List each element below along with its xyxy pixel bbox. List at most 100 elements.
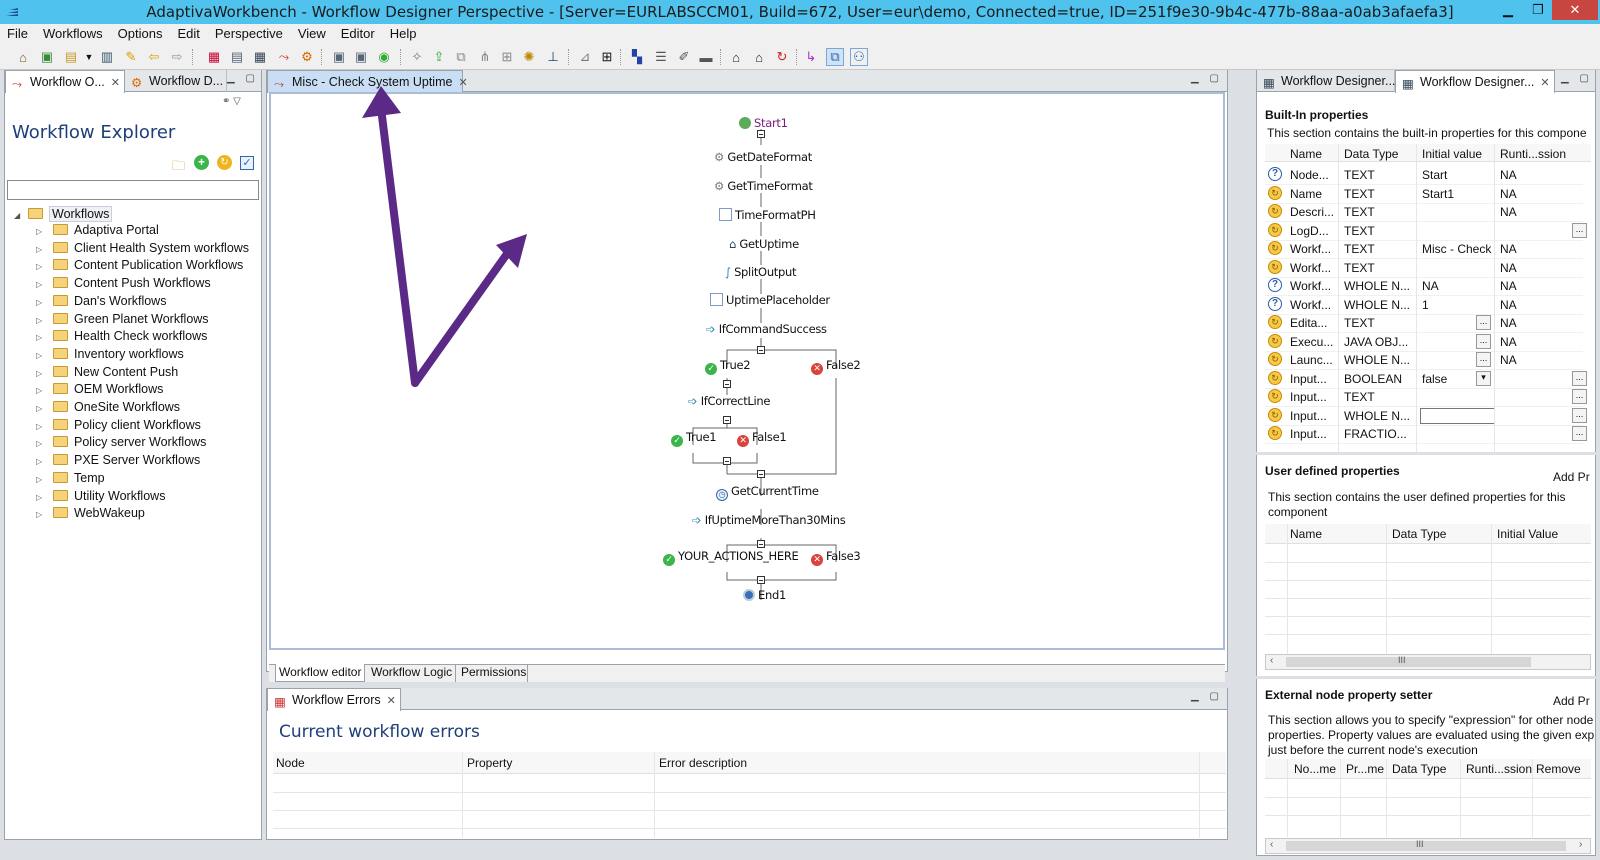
scroll-thumb[interactable]: III [1286,655,1531,667]
node-false1[interactable]: ✕ False1 [737,430,787,447]
property-row[interactable]: ↻ Edita... TEXT NA [1265,314,1583,333]
property-initial-value[interactable]: NA [1422,279,1494,293]
connector-handle[interactable] [757,576,765,584]
network-icon[interactable]: ◉ [375,48,393,66]
server-icon[interactable]: ▣ [330,48,348,66]
node-getuptime[interactable]: ⌂ GetUptime [729,237,799,251]
col-name[interactable]: Name [1290,147,1322,161]
connector-handle[interactable] [723,457,731,465]
property-initial-value[interactable]: 1 [1422,298,1494,312]
property-runtime-expression[interactable]: NA [1500,187,1540,201]
node-true1[interactable]: ✓ True1 [671,430,717,447]
up-icon[interactable]: ⇪ [430,48,448,66]
col-remove[interactable]: Remove [1536,762,1581,776]
select-icon[interactable]: ✧ [408,48,426,66]
node-your-actions-here[interactable]: ✓ YOUR_ACTIONS_HERE [663,549,799,566]
explorer-search-input[interactable] [7,180,259,200]
tree-folder[interactable]: ▷ New Content Push [36,365,178,382]
tree-folder[interactable]: ▷ Dan's Workflows [36,294,166,311]
property-row[interactable]: ↻ Name TEXT Start1 NA [1265,185,1583,204]
node-getdateformat[interactable]: ⚙ GetDateFormat [714,150,812,164]
tree-folder[interactable]: ▷ Health Check workflows [36,329,207,346]
pencil-icon[interactable]: ✎ [122,48,140,66]
connector-handle[interactable] [757,346,765,354]
expand-icon[interactable]: ▷ [36,316,46,325]
menu-view[interactable]: View [291,24,334,41]
edit-value-button[interactable]: ... [1476,333,1491,349]
expand-icon[interactable]: ▷ [36,298,46,307]
document-icon[interactable]: ▤ [228,48,246,66]
connector-handle[interactable] [757,130,765,138]
pen-icon[interactable]: ✐ [675,48,693,66]
expand-icon[interactable]: ▷ [36,457,46,466]
computer-icon[interactable]: ▣ [352,48,370,66]
back-icon[interactable]: ⇦ [145,48,163,66]
tab-workflow-designer-2[interactable]: ▦ Workflow Designer... ✕ [1395,70,1555,93]
connector-handle[interactable] [723,416,731,424]
home-icon[interactable]: ⌂ [14,48,32,66]
expand-icon[interactable]: ▷ [36,404,46,413]
house-alt-icon[interactable]: ⌂ [750,48,768,66]
tree-folder[interactable]: ▷ Policy client Workflows [36,418,201,435]
forward-icon[interactable]: ⇨ [168,48,186,66]
col-runtime-expression[interactable]: Runti...ssion [1500,147,1566,161]
calendar-icon[interactable]: ▦ [205,48,223,66]
close-tab-icon[interactable]: ✕ [1540,77,1549,89]
expand-icon[interactable]: ▷ [36,351,46,360]
workflow-icon[interactable]: ⤳ [275,48,293,66]
node-false2[interactable]: ✕ False2 [811,358,861,375]
property-runtime-expression[interactable]: NA [1500,335,1540,349]
node-ifcorrectline[interactable]: ➩ IfCorrectLine [688,394,770,408]
col-node[interactable]: Node [276,756,305,770]
connector-handle[interactable] [757,470,765,478]
expand-icon[interactable]: ▷ [36,333,46,342]
tree-folder[interactable]: ▷ PXE Server Workflows [36,453,200,470]
close-button[interactable]: ✕ [1552,0,1598,20]
form-icon[interactable]: ▦ [251,48,269,66]
branch-icon[interactable]: ⊞ [498,48,516,66]
expand-icon[interactable]: ▷ [36,510,46,519]
menu-perspective[interactable]: Perspective [208,24,291,41]
connector-handle[interactable] [723,380,731,388]
col-property-name[interactable]: Pr...me [1346,762,1384,776]
tree-folder[interactable]: ▷ WebWakeup [36,506,145,523]
tree-folder[interactable]: ▷ Client Health System workflows [36,241,249,258]
add-property-link[interactable]: Add Pr [1553,470,1590,484]
property-runtime-expression[interactable]: NA [1500,205,1540,219]
tree-folder[interactable]: ▷ OEM Workflows [36,382,163,399]
tab-workflow-logic[interactable]: Workflow Logic [368,664,457,682]
expand-icon[interactable]: ▷ [36,422,46,431]
property-row[interactable]: ↻ Descri... TEXT NA [1265,203,1583,222]
edit-value-button[interactable]: ... [1476,315,1491,330]
boolean-dropdown[interactable]: ▾ [1476,370,1491,386]
align-icon[interactable]: ⊥ [544,48,562,66]
node-splitoutput[interactable]: ∫ SplitOutput [725,265,797,279]
expand-icon[interactable]: ▷ [36,475,46,484]
node-end1[interactable]: End1 [743,588,786,602]
col-runtime-expression[interactable]: Runti...ssion [1466,762,1532,776]
col-data-type[interactable]: Data Type [1392,527,1446,541]
menu-options[interactable]: Options [111,24,171,41]
edit-expression-button[interactable]: ... [1572,389,1587,404]
expand-icon[interactable]: ▷ [36,439,46,448]
menu-workflows[interactable]: Workflows [36,24,111,41]
close-tab-icon[interactable]: ✕ [111,77,120,89]
tree-folder[interactable]: ▷ Content Publication Workflows [36,258,243,275]
userdef-horizontal-scrollbar[interactable]: ‹ III [1265,654,1591,670]
expand-icon[interactable]: ▷ [36,369,46,378]
node-timeformatph[interactable]: TimeFormatPH [719,208,816,222]
node-ifuptimemorethan30mins[interactable]: ➩ IfUptimeMoreThan30Mins [692,513,846,527]
node-start1[interactable]: Start1 [739,116,788,130]
connector-handle[interactable] [757,540,765,548]
property-row[interactable]: ↻ Workf... TEXT Misc - Check NA [1265,240,1583,259]
col-data-type[interactable]: Data Type [1392,762,1446,776]
picture-icon[interactable]: ▣ [38,48,56,66]
expand-icon[interactable]: ▷ [36,245,46,254]
scroll-thumb[interactable]: III [1286,839,1566,851]
tab-workflow-errors[interactable]: ▦ Workflow Errors ✕ [267,688,401,711]
refresh-icon[interactable]: ↻ [773,48,791,66]
scroll-right-icon[interactable]: › [1579,839,1582,850]
edit-expression-button[interactable]: ... [1572,426,1587,441]
tree-folder[interactable]: ▷ Utility Workflows [36,489,165,506]
property-row[interactable]: ↻ Execu... JAVA OBJ... NA [1265,333,1583,352]
